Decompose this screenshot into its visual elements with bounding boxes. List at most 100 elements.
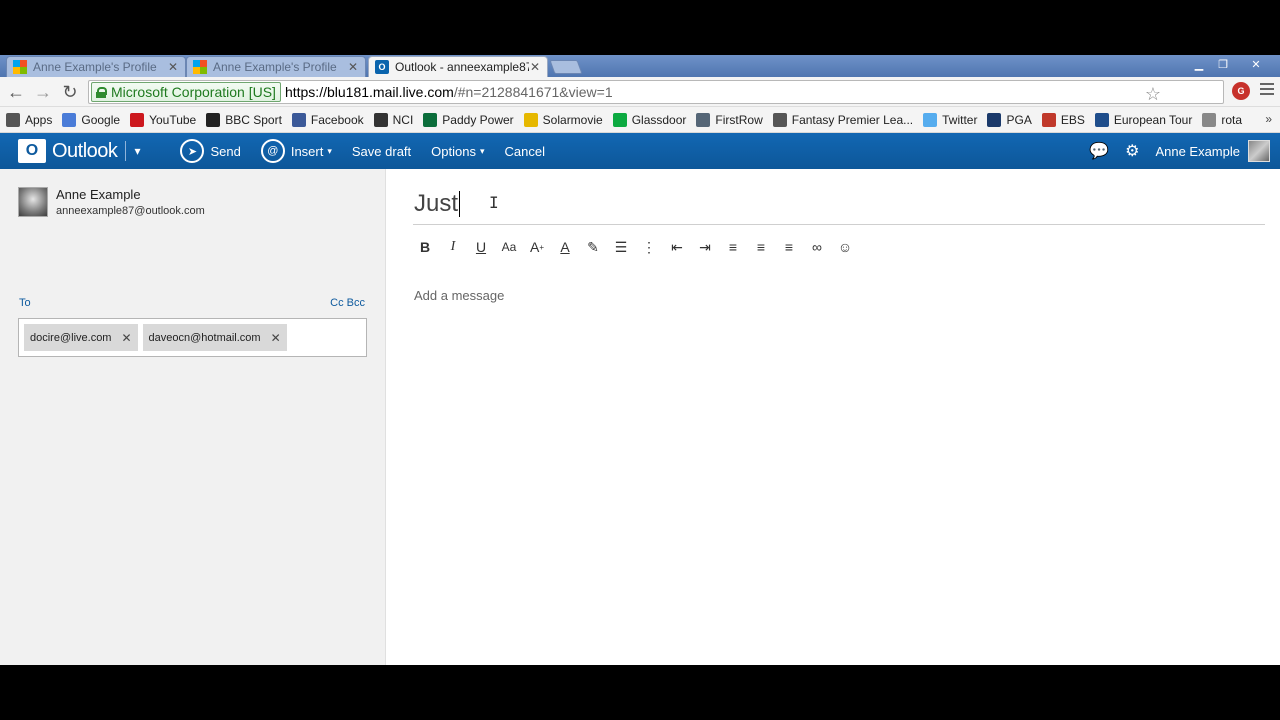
align-right-icon[interactable]: ≡ <box>775 235 803 259</box>
tab-profile-1[interactable]: Anne Example's Profile ✕ <box>6 56 186 77</box>
decrease-indent-icon[interactable]: ⇤ <box>663 235 691 259</box>
bookmark-item[interactable]: Solarmovie <box>523 112 603 127</box>
font-size-icon[interactable]: A + <box>523 235 551 259</box>
youtube-icon <box>130 112 145 127</box>
outlook-user-area: 💬 ⚙ Anne Example <box>1089 133 1270 169</box>
chevron-down-icon[interactable]: ▾ <box>134 144 140 158</box>
tab-outlook[interactable]: O Outlook - anneexample87 ✕ <box>368 56 548 77</box>
message-body[interactable]: Add a message <box>414 288 504 303</box>
tab-strip: Anne Example's Profile ✕ Anne Example's … <box>0 55 1280 77</box>
cc-bcc-link[interactable]: Cc Bcc <box>330 297 365 309</box>
align-left-icon[interactable]: ≡ <box>719 235 747 259</box>
bookmark-item[interactable]: Glassdoor <box>612 112 687 127</box>
outlook-brand: Outlook <box>52 139 118 162</box>
minimize-icon[interactable]: ▁ <box>1188 55 1210 73</box>
url-text[interactable]: https://blu181.mail.live.com/#n=21288416… <box>285 84 613 100</box>
close-icon[interactable]: ✕ <box>529 60 541 74</box>
font-color-icon[interactable]: A <box>551 235 579 259</box>
gear-icon[interactable]: ⚙ <box>1125 141 1139 161</box>
close-icon[interactable]: ✕ <box>167 60 179 74</box>
underline-icon[interactable]: U <box>467 235 495 259</box>
bookmarks-bar: Apps Google YouTube BBC Sport Facebook NCI Pad… <box>0 107 1280 133</box>
bookmark-item[interactable]: Facebook <box>291 112 364 127</box>
emoji-icon[interactable]: ☺ <box>831 235 859 259</box>
bookmark-item[interactable]: EBS <box>1041 112 1085 127</box>
insert-button[interactable]: @ Insert ▾ <box>260 139 332 163</box>
microsoft-icon <box>13 60 27 74</box>
forward-arrow-icon[interactable]: → <box>32 81 54 103</box>
recipient-chip[interactable]: daveocn@hotmail.com ✕ <box>142 324 287 351</box>
glassdoor-icon <box>612 112 627 127</box>
subject-input[interactable]: Just <box>413 183 1265 225</box>
bookmark-label: YouTube <box>149 112 197 127</box>
bookmark-item[interactable]: Fantasy Premier Lea... <box>772 112 913 127</box>
twitter-icon <box>923 112 938 127</box>
bookmark-item[interactable]: rota <box>1202 112 1242 127</box>
remove-icon[interactable]: ✕ <box>121 331 131 345</box>
bookmark-item[interactable]: Apps <box>6 112 52 127</box>
new-tab-button[interactable] <box>549 60 583 74</box>
cancel-button[interactable]: Cancel <box>505 144 545 159</box>
options-button[interactable]: Options ▾ <box>431 144 484 159</box>
user-name[interactable]: Anne Example <box>1155 144 1240 159</box>
bookmark-label: Glassdoor <box>631 112 687 127</box>
bookmark-label: FirstRow <box>715 112 763 127</box>
align-center-icon[interactable]: ≡ <box>747 235 775 259</box>
bookmark-item[interactable]: Google <box>62 112 121 127</box>
font-icon[interactable]: Aa <box>495 235 523 259</box>
bookmark-item[interactable]: FirstRow <box>696 112 763 127</box>
to-field[interactable]: docire@live.com ✕ daveocn@hotmail.com ✕ <box>18 318 367 357</box>
european-tour-icon <box>1094 112 1109 127</box>
highlight-icon[interactable]: ✎ <box>579 235 607 259</box>
bbc-icon <box>206 112 221 127</box>
chevron-down-icon: ▾ <box>479 145 485 156</box>
outlook-logo[interactable]: O Outlook <box>18 139 118 163</box>
restore-icon[interactable]: ❐ <box>1212 55 1234 73</box>
bold-icon[interactable]: B <box>411 235 439 259</box>
bookmark-label: Paddy Power <box>442 112 514 127</box>
numbered-list-icon[interactable]: ☰ <box>607 235 635 259</box>
address-bar[interactable]: Microsoft Corporation [US] https://blu18… <box>88 80 1224 104</box>
bulleted-list-icon[interactable]: ⋮ <box>635 235 663 259</box>
recipient-chip[interactable]: docire@live.com ✕ <box>24 324 138 351</box>
bookmark-label: Twitter <box>942 112 978 127</box>
apps-grid-icon <box>6 112 20 127</box>
bookmarks-overflow-button[interactable]: » <box>1265 112 1272 126</box>
ev-certificate-badge[interactable]: Microsoft Corporation [US] <box>91 82 281 102</box>
bookmark-star-icon[interactable]: ☆ <box>1145 84 1161 105</box>
remove-icon[interactable]: ✕ <box>271 331 281 345</box>
bookmark-item[interactable]: European Tour <box>1094 112 1192 127</box>
increase-indent-icon[interactable]: ⇥ <box>691 235 719 259</box>
tab-title: Anne Example's Profile <box>213 60 337 74</box>
bookmark-label: Google <box>81 112 121 127</box>
bookmark-item[interactable]: BBC Sport <box>206 112 282 127</box>
avatar[interactable] <box>1248 140 1270 162</box>
sender-name: Anne Example <box>56 187 141 202</box>
url-path: /#n=2128841671&view=1 <box>453 84 613 100</box>
chat-icon[interactable]: 💬 <box>1089 141 1109 161</box>
extension-icon[interactable]: G <box>1232 82 1250 100</box>
close-window-icon[interactable]: ✕ <box>1238 55 1274 73</box>
menu-icon[interactable] <box>1260 83 1274 98</box>
reload-icon[interactable]: ↻ <box>59 81 81 103</box>
tab-profile-2[interactable]: Anne Example's Profile ✕ <box>186 56 366 77</box>
bookmark-item[interactable]: Paddy Power <box>423 112 514 127</box>
to-label[interactable]: To <box>19 297 31 309</box>
bookmark-item[interactable]: Twitter <box>923 112 978 127</box>
url-host: https://blu181.mail.live.com <box>284 84 454 100</box>
google-icon <box>62 112 77 127</box>
bookmark-item[interactable]: YouTube <box>130 112 197 127</box>
recipient-pane: Anne Example anneexample87@outlook.com T… <box>0 169 386 665</box>
send-button[interactable]: ➤ Send <box>180 139 241 163</box>
back-arrow-icon[interactable]: ← <box>5 81 27 103</box>
link-icon[interactable]: ∞ <box>803 235 831 259</box>
tab-title: Anne Example's Profile <box>33 60 157 74</box>
bookmark-item[interactable]: NCI <box>373 112 413 127</box>
save-draft-button[interactable]: Save draft <box>352 144 411 159</box>
paperclip-icon: @ <box>260 139 285 163</box>
bookmark-label: BBC Sport <box>225 112 282 127</box>
italic-icon[interactable]: I <box>439 235 467 259</box>
bookmark-item[interactable]: PGA <box>987 112 1032 127</box>
close-icon[interactable]: ✕ <box>347 60 359 74</box>
browser-toolbar: ← → ↻ Microsoft Corporation [US] https:/… <box>0 77 1280 107</box>
